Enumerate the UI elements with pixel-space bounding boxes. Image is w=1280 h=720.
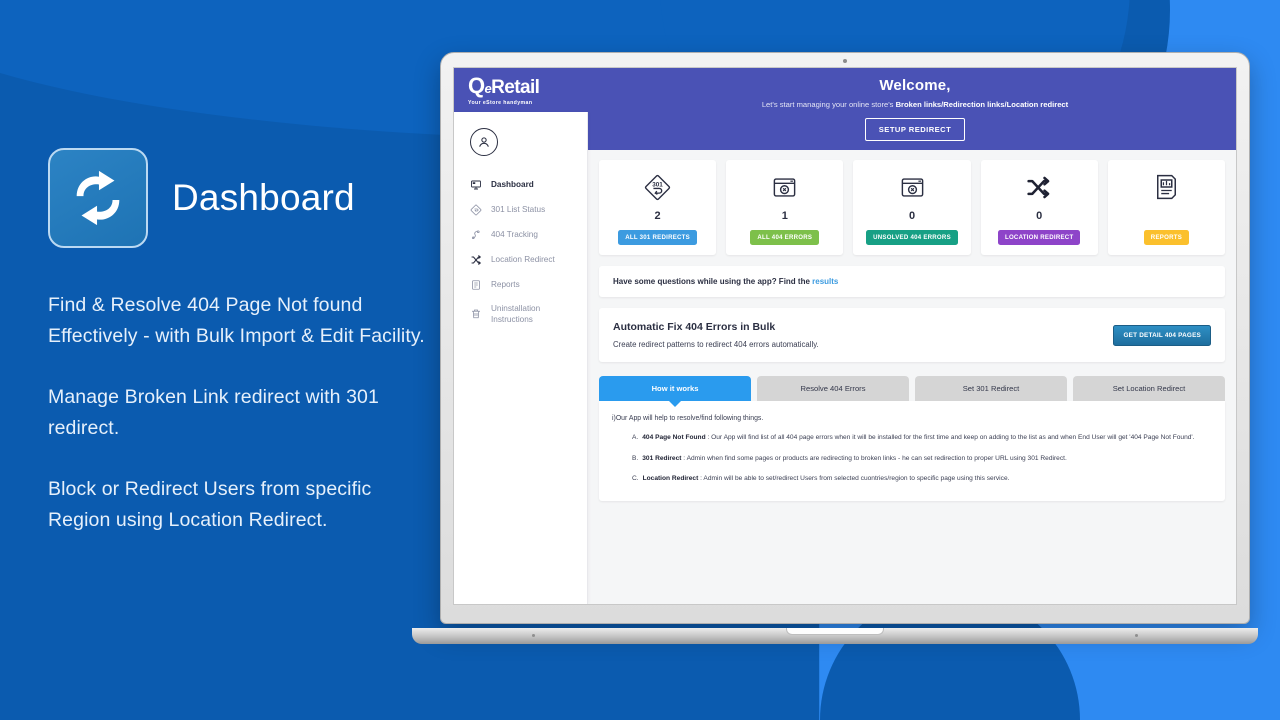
sidebar-item-uninstallation-instructions[interactable]: Uninstallation Instructions bbox=[454, 297, 587, 331]
tab-set-301-redirect[interactable]: Set 301 Redirect bbox=[915, 376, 1067, 401]
panel-item-body: : Admin will be able to set/redirect Use… bbox=[698, 475, 1010, 482]
refresh-redirect-arrows-icon bbox=[76, 170, 120, 226]
tab-resolve-404-errors[interactable]: Resolve 404 Errors bbox=[757, 376, 909, 401]
stat-value: 2 bbox=[654, 210, 661, 222]
stat-button-location-redirect[interactable]: LOCATION REDIRECT bbox=[997, 230, 1081, 245]
app-logo-tagline: Your eStore handyman bbox=[468, 100, 533, 106]
stat-card-location-redirect[interactable]: 0 LOCATION REDIRECT bbox=[980, 160, 1098, 255]
panel-item-term: 301 Redirect bbox=[642, 454, 682, 462]
promo-column: Dashboard Find & Resolve 404 Page Not fo… bbox=[48, 148, 438, 536]
sidebar-item-label: Dashboard bbox=[491, 180, 534, 189]
panel-list-item: C. Location Redirect : Admin will be abl… bbox=[632, 474, 1212, 485]
laptop-base bbox=[412, 628, 1258, 644]
welcome-subtitle-plain: Let's start managing your online store's bbox=[761, 100, 896, 109]
sidebar-item-label: Location Redirect bbox=[491, 255, 555, 264]
laptop-base-dot-right bbox=[1135, 634, 1138, 637]
laptop-camera bbox=[843, 59, 847, 63]
panel-list-item: B. 301 Redirect : Admin when find some p… bbox=[632, 454, 1212, 465]
welcome-subtitle: Let's start managing your online store's… bbox=[594, 100, 1236, 109]
panel-list: A. 404 Page Not Found : Our App will fin… bbox=[612, 433, 1212, 485]
301-diamond-icon: 301 bbox=[605, 171, 710, 203]
panel-item-letter: C. bbox=[632, 475, 639, 482]
stat-value: 1 bbox=[781, 210, 788, 222]
dashboard-icon bbox=[469, 178, 482, 191]
app-logo-text: QeRetail bbox=[468, 73, 540, 98]
sidebar-item-label: Reports bbox=[491, 280, 520, 289]
panel-item-body: : Our App will find list of all 404 page… bbox=[705, 434, 1195, 441]
stat-card-row: 301 2 ALL 301 REDIRECTS 1 ALL 404 ERRORS… bbox=[599, 160, 1226, 255]
stat-button-unsolved-404-errors[interactable]: UNSOLVED 404 ERRORS bbox=[866, 230, 958, 245]
sidebar-item-label: 404 Tracking bbox=[491, 230, 538, 239]
browser-error-icon bbox=[859, 171, 964, 203]
user-avatar-icon[interactable] bbox=[470, 128, 498, 156]
tab-panel-how-it-works: i)Our App will help to resolve/find foll… bbox=[599, 401, 1225, 501]
automatic-fix-subtitle: Create redirect patterns to redirect 404… bbox=[613, 340, 819, 349]
shuffle-arrows-icon bbox=[469, 253, 482, 266]
panel-item-text: 404 Page Not Found : Our App will find l… bbox=[642, 433, 1194, 444]
sidebar-item-404-tracking[interactable]: 404 Tracking bbox=[454, 222, 587, 247]
browser-error-icon bbox=[732, 171, 837, 203]
tab-how-it-works[interactable]: How it works bbox=[599, 376, 751, 401]
report-chart-icon bbox=[1114, 171, 1219, 203]
tab-set-location-redirect[interactable]: Set Location Redirect bbox=[1073, 376, 1225, 401]
report-document-icon bbox=[469, 278, 482, 291]
questions-bar-text: Have some questions while using the app?… bbox=[613, 277, 813, 286]
panel-item-letter: B. bbox=[632, 454, 639, 462]
tab-bar: How it works Resolve 404 Errors Set 301 … bbox=[599, 376, 1225, 401]
stat-card-404-errors[interactable]: 1 ALL 404 ERRORS bbox=[726, 160, 844, 255]
stat-value: 0 bbox=[1036, 210, 1043, 222]
stat-card-reports[interactable]: REPORTS bbox=[1107, 160, 1226, 255]
automatic-fix-text: Automatic Fix 404 Errors in Bulk Create … bbox=[613, 321, 819, 349]
laptop-mockup: QeRetail Your eStore handyman Welcome, L… bbox=[412, 52, 1258, 648]
promo-title: Dashboard bbox=[172, 177, 355, 218]
automatic-fix-title: Automatic Fix 404 Errors in Bulk bbox=[613, 321, 776, 333]
redirect-diamond-icon bbox=[469, 203, 482, 216]
sidebar-item-label: 301 List Status bbox=[491, 205, 546, 214]
stat-button-all-301-redirects[interactable]: ALL 301 REDIRECTS bbox=[618, 230, 697, 245]
panel-item-letter: A. bbox=[632, 434, 639, 441]
promo-paragraph-3: Block or Redirect Users from specific Re… bbox=[48, 478, 372, 531]
sidebar-item-301-list-status[interactable]: 301 List Status bbox=[454, 197, 587, 222]
tracking-icon bbox=[469, 228, 482, 241]
panel-item-term: Location Redirect bbox=[642, 475, 699, 482]
promo-brand-row: Dashboard bbox=[48, 148, 438, 248]
panel-item-term: 404 Page Not Found bbox=[642, 434, 706, 441]
stat-button-reports[interactable]: REPORTS bbox=[1143, 230, 1190, 245]
panel-list-item: A. 404 Page Not Found : Our App will fin… bbox=[632, 433, 1212, 444]
app-logo-tile bbox=[48, 148, 148, 248]
app-content: 301 2 ALL 301 REDIRECTS 1 ALL 404 ERRORS… bbox=[588, 150, 1236, 604]
stat-card-unsolved-404-errors[interactable]: 0 UNSOLVED 404 ERRORS bbox=[853, 160, 971, 255]
sidebar-item-reports[interactable]: Reports bbox=[454, 272, 587, 297]
stat-value bbox=[1114, 210, 1219, 222]
questions-bar: Have some questions while using the app?… bbox=[599, 266, 1225, 297]
welcome-block: Welcome, Let's start managing your onlin… bbox=[594, 77, 1236, 141]
stat-button-all-404-errors[interactable]: ALL 404 ERRORS bbox=[750, 230, 820, 245]
get-detail-404-pages-button[interactable]: GET DETAIL 404 PAGES bbox=[1113, 324, 1211, 346]
laptop-lid: QeRetail Your eStore handyman Welcome, L… bbox=[440, 52, 1250, 624]
panel-item-body: : Admin when find some pages or products… bbox=[681, 454, 1067, 462]
setup-redirect-button[interactable]: SETUP REDIRECT bbox=[864, 118, 966, 141]
trash-bin-icon bbox=[469, 308, 482, 321]
app-sidebar: Dashboard 301 List Status 404 Tracking L… bbox=[454, 112, 588, 604]
stat-card-301-redirects[interactable]: 301 2 ALL 301 REDIRECTS bbox=[599, 160, 717, 255]
panel-lead-text: i)Our App will help to resolve/find foll… bbox=[612, 415, 764, 422]
app-logo[interactable]: QeRetail Your eStore handyman bbox=[468, 73, 540, 107]
automatic-fix-card: Automatic Fix 404 Errors in Bulk Create … bbox=[599, 308, 1225, 362]
welcome-title: Welcome, bbox=[879, 77, 951, 94]
welcome-subtitle-bold: Broken links/Redirection links/Location … bbox=[895, 100, 1069, 109]
promo-paragraph-2: Manage Broken Link redirect with 301 red… bbox=[48, 386, 379, 439]
sidebar-item-location-redirect[interactable]: Location Redirect bbox=[454, 247, 587, 272]
questions-bar-link[interactable]: results bbox=[812, 277, 838, 286]
sidebar-item-label: Uninstallation Instructions bbox=[491, 304, 541, 324]
sidebar-item-dashboard[interactable]: Dashboard bbox=[454, 172, 587, 197]
shuffle-arrows-icon bbox=[987, 171, 1092, 203]
panel-item-text: 301 Redirect : Admin when find some page… bbox=[642, 454, 1067, 465]
panel-item-text: Location Redirect : Admin will be able t… bbox=[643, 474, 1010, 485]
laptop-base-dot-left bbox=[532, 634, 535, 637]
laptop-screen: QeRetail Your eStore handyman Welcome, L… bbox=[453, 67, 1237, 605]
stat-value: 0 bbox=[908, 210, 916, 222]
app-window: QeRetail Your eStore handyman Welcome, L… bbox=[454, 68, 1236, 604]
promo-paragraph-1: Find & Resolve 404 Page Not found Effect… bbox=[48, 294, 425, 347]
svg-text:301: 301 bbox=[652, 181, 663, 188]
